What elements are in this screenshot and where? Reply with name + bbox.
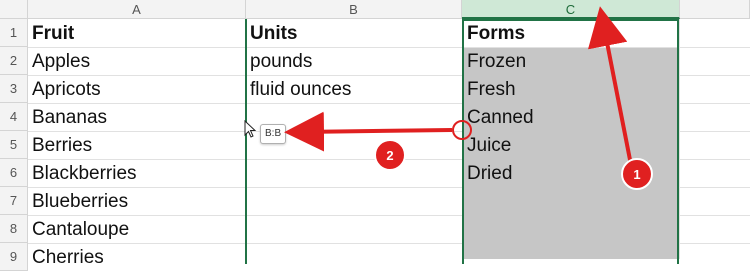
annotation-overlay: 1 2 (284, 6, 653, 190)
annotation-badge-1: 1 (621, 158, 653, 190)
drag-start-circle (452, 120, 472, 140)
annotation-badge-2: 2 (374, 139, 406, 171)
badge-2-label: 2 (386, 148, 393, 163)
annotation-arrow-2 (284, 111, 472, 152)
spreadsheet-grid: A B C 1 2 3 4 5 6 7 8 9 Fruit Apples Apr… (0, 0, 750, 271)
badge-1-label: 1 (633, 167, 640, 182)
annotation-arrow-1 (587, 6, 634, 171)
